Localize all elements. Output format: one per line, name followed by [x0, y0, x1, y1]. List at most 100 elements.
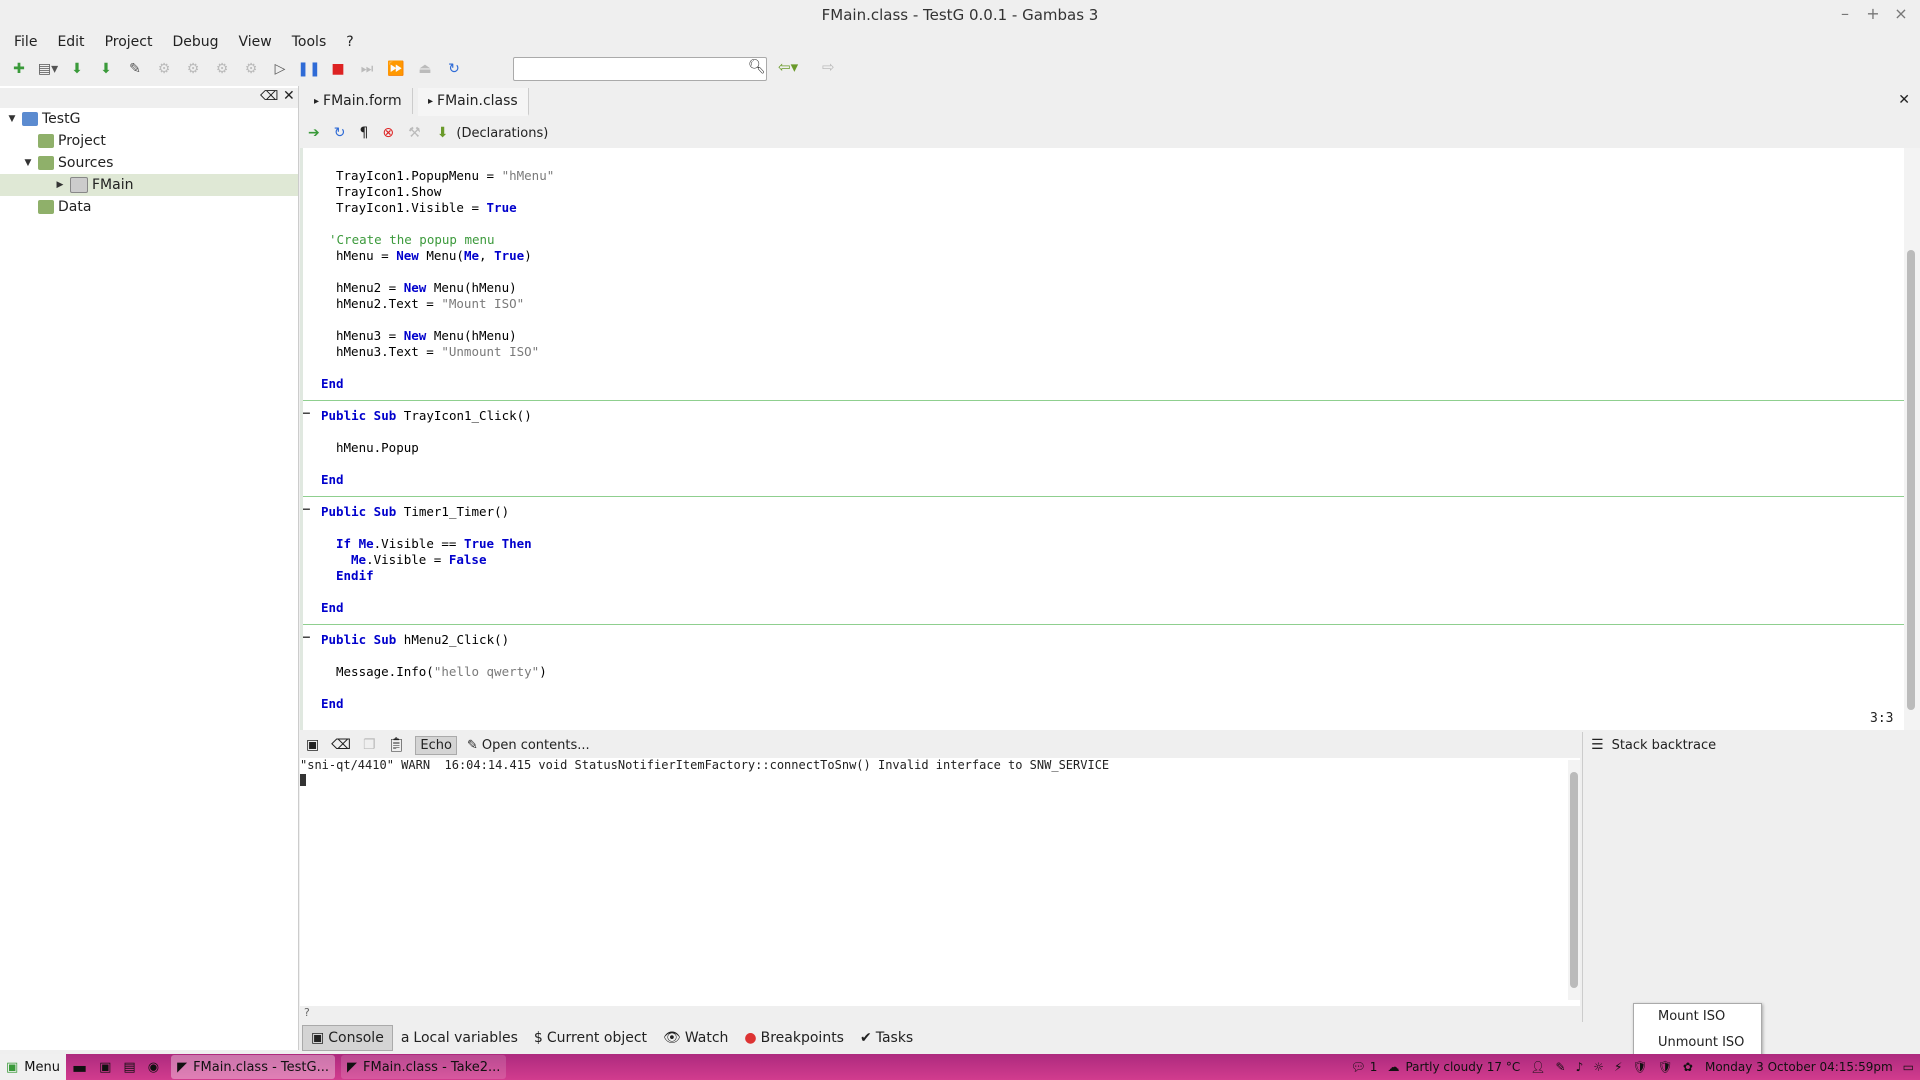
close-panel-icon[interactable]: ✕	[283, 88, 295, 104]
show-desktop-icon[interactable]: ▬	[66, 1055, 93, 1079]
tab-current-object[interactable]: $ Current object	[526, 1026, 655, 1050]
tree-item-data[interactable]: Data	[22, 196, 320, 218]
collapse-icon[interactable]: ▶	[54, 180, 66, 190]
editor-scrollbar-thumb[interactable]	[1907, 250, 1915, 710]
network-icon[interactable]: ⚡	[1614, 1060, 1622, 1074]
tab-watch[interactable]: 👁︎ Watch	[655, 1026, 736, 1050]
fold-icon[interactable]: −	[303, 630, 311, 644]
search-icon[interactable]: 🔍︎	[748, 59, 766, 75]
files-launcher-icon[interactable]: ▤	[117, 1055, 141, 1079]
tree-root-label: TestG	[42, 111, 81, 127]
tab-label: Tasks	[875, 1030, 914, 1046]
pen-icon[interactable]: ✎	[1556, 1060, 1566, 1074]
code-line: hMenu.Popup	[336, 440, 419, 455]
fold-icon[interactable]: −	[303, 502, 311, 516]
echo-toggle[interactable]: Echo	[415, 735, 457, 755]
workspace-icon[interactable]: ▭	[1903, 1060, 1914, 1074]
code-line: Public Sub TrayIcon1_Click()	[321, 408, 532, 423]
update-icon[interactable]: 🛡︎	[1632, 1060, 1647, 1074]
tree-root[interactable]: ▼ TestG	[6, 108, 304, 130]
step-icon[interactable]: ⏭	[357, 59, 377, 79]
compile-icon[interactable]: ⚙	[183, 59, 203, 79]
reload-icon[interactable]: ↻	[334, 125, 346, 141]
pause-icon[interactable]: ❚❚	[297, 59, 320, 79]
clear-console-icon[interactable]: ⌫	[331, 737, 351, 753]
fold-icon[interactable]: −	[303, 406, 311, 420]
console-output[interactable]: "sni-qt/4410" WARN 16:04:14.415 void Sta…	[300, 758, 1580, 1008]
error-icon[interactable]: ⊗	[382, 125, 394, 141]
tab-fmain-class[interactable]: ▸ FMain.class	[418, 88, 529, 116]
search-input[interactable]	[513, 57, 767, 81]
gambas-icon: ◤	[177, 1059, 188, 1075]
new-file-icon[interactable]: ✚	[9, 59, 29, 79]
terminal-icon[interactable]: ▣	[306, 737, 319, 753]
open-contents-button[interactable]: Open contents...	[482, 738, 590, 753]
expand-icon[interactable]: ▼	[22, 158, 34, 168]
menu-edit[interactable]: Edit	[57, 34, 84, 50]
taskbar-window-take2[interactable]: ◤ FMain.class - Take2...	[341, 1055, 507, 1079]
menu-help[interactable]: ?	[346, 34, 353, 50]
forward-icon[interactable]: ⏩	[386, 59, 406, 79]
tab-fmain-form[interactable]: ▸ FMain.form	[304, 88, 413, 114]
console-prompt[interactable]: ?	[300, 1006, 1582, 1024]
shield-icon[interactable]: 🛡︎	[1658, 1060, 1673, 1074]
settings-icon[interactable]: ⚙	[212, 59, 232, 79]
save-icon[interactable]: ⬇	[67, 59, 87, 79]
menu-file[interactable]: File	[14, 34, 37, 50]
clear-icon[interactable]: ⌫	[260, 89, 278, 104]
form-icon	[70, 177, 88, 193]
tray-app-icon[interactable]: ✿	[1683, 1060, 1693, 1074]
arrow-right-icon[interactable]: ➔	[308, 125, 320, 141]
clock[interactable]: Monday 3 October 04:15:59pm	[1705, 1060, 1893, 1074]
terminal-launcher-icon[interactable]: ▣	[93, 1055, 117, 1079]
menu-item-mount-iso[interactable]: Mount ISO	[1634, 1004, 1761, 1030]
start-menu-button[interactable]: ▣ Menu	[0, 1054, 66, 1080]
close-tab-icon[interactable]: ✕	[1898, 92, 1910, 108]
open-project-icon[interactable]: ▤▾	[38, 59, 58, 79]
tree-item-sources[interactable]: ▼ Sources	[22, 152, 320, 174]
procedure-selector[interactable]: (Declarations)	[456, 126, 548, 141]
code-line: Message.Info("hello qwerty")	[336, 664, 547, 679]
user-icon[interactable]: 👤︎	[1530, 1060, 1545, 1074]
menu-item-unmount-iso[interactable]: Unmount ISO	[1634, 1030, 1761, 1056]
code-editor[interactable]: TrayIcon1.PopupMenu = "hMenu" TrayIcon1.…	[300, 148, 1904, 730]
menu-debug[interactable]: Debug	[172, 34, 218, 50]
console-scrollbar-thumb[interactable]	[1570, 772, 1578, 988]
gear-icon[interactable]: ⚙	[154, 59, 174, 79]
tab-local-variables[interactable]: a Local variables	[393, 1026, 526, 1050]
folder-icon	[38, 200, 54, 214]
class-icon: ▸	[428, 95, 434, 107]
project-tree-header: ⌫ ✕	[0, 88, 298, 108]
make-icon[interactable]: ⚙	[241, 59, 261, 79]
tree-item-project[interactable]: Project	[22, 130, 320, 152]
refresh-icon[interactable]: ↻	[444, 59, 464, 79]
forward-arrow-icon[interactable]: ⇨	[822, 58, 835, 76]
music-icon[interactable]: ♪	[1576, 1060, 1584, 1074]
weather-text[interactable]: Partly cloudy 17 °C	[1405, 1060, 1520, 1074]
notifications-icon[interactable]: 💬︎	[1351, 1060, 1366, 1074]
brightness-icon[interactable]: ☼	[1593, 1060, 1604, 1074]
menu-tools[interactable]: Tools	[292, 34, 327, 50]
stop-icon[interactable]: ■	[328, 59, 348, 79]
tab-tasks[interactable]: ✔ Tasks	[852, 1026, 921, 1050]
paste-icon[interactable]: 📋︎	[388, 737, 406, 753]
taskbar-window-gambas[interactable]: ◤ FMain.class - TestG...	[171, 1055, 336, 1079]
tree-item-fmain[interactable]: ▶ FMain	[0, 174, 298, 196]
wand-icon[interactable]: ⚒	[408, 125, 421, 141]
expand-icon[interactable]: ▼	[6, 114, 18, 124]
menu-view[interactable]: View	[239, 34, 272, 50]
close-button[interactable]: ×	[1892, 4, 1910, 23]
properties-icon[interactable]: ✎	[125, 59, 145, 79]
copy-icon[interactable]: ❐	[363, 737, 376, 753]
maximize-button[interactable]: +	[1864, 4, 1882, 23]
tab-console[interactable]: ▣ Console	[302, 1025, 393, 1051]
menu-project[interactable]: Project	[105, 34, 153, 50]
browser-launcher-icon[interactable]: ◉	[142, 1055, 165, 1079]
save-all-icon[interactable]: ⬇	[96, 59, 116, 79]
back-arrow-icon[interactable]: ⇦▾	[778, 58, 798, 76]
pilcrow-icon[interactable]: ¶	[359, 125, 368, 141]
tab-breakpoints[interactable]: ● Breakpoints	[736, 1026, 852, 1050]
minimize-button[interactable]: –	[1836, 4, 1854, 23]
run-icon[interactable]: ▷	[270, 59, 290, 79]
eject-icon[interactable]: ⏏	[415, 59, 435, 79]
